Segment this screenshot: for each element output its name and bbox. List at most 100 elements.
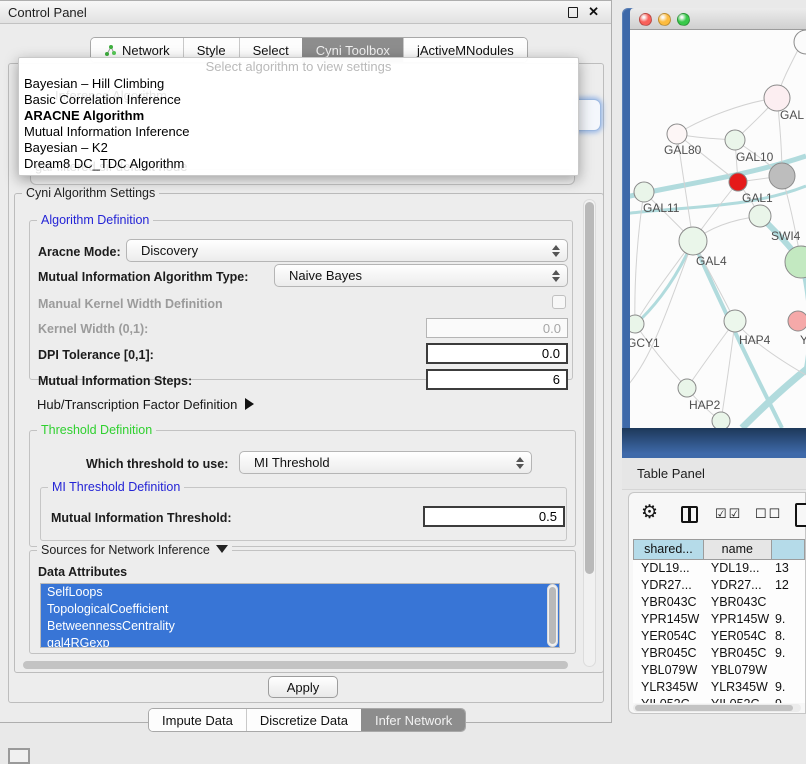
settings-vertical-scrollbar[interactable] — [583, 199, 596, 667]
network-node-gal10[interactable] — [725, 130, 745, 150]
table-row[interactable]: YPR145WYPR145W9. — [633, 611, 805, 628]
control-panel-titlebar[interactable]: Control Panel ✕ — [0, 1, 611, 24]
table-row[interactable]: YER054CYER054C8. — [633, 628, 805, 645]
column-header-shared[interactable]: shared... — [633, 539, 703, 560]
table-cell: YER054C — [633, 628, 703, 645]
kernel-width-input[interactable] — [426, 318, 568, 338]
dpi-tolerance-input[interactable] — [426, 343, 568, 364]
network-node[interactable] — [785, 246, 806, 278]
table-cell — [771, 662, 805, 679]
obscured-combo-fragment — [577, 99, 601, 131]
network-window-titlebar[interactable] — [630, 8, 806, 30]
desktop: { "icons": { "close": "✕", "gear": "⚙", … — [0, 0, 806, 762]
network-node-hap4[interactable] — [724, 310, 746, 332]
scrollbar-thumb[interactable] — [549, 587, 556, 644]
gear-icon[interactable]: ⚙ — [641, 501, 658, 524]
table-cell: YIL052C — [703, 696, 771, 703]
table-row[interactable]: YBL079WYBL079W — [633, 662, 805, 679]
table-horizontal-scrollbar[interactable] — [633, 704, 801, 712]
column-header-name[interactable]: name — [703, 539, 771, 560]
network-graph: GALGAL80GAL10GAL1GAL11SWI4GAL4GCY1HAP4YH… — [630, 30, 806, 428]
zoom-traffic-light-button[interactable] — [677, 13, 690, 26]
dropdown-item-dream8-dc-tdc-algorithm[interactable]: Dream8 DC_TDC Algorithm — [19, 156, 578, 172]
table-row[interactable]: YBR043CYBR043C — [633, 594, 805, 611]
network-window-frame — [622, 428, 806, 458]
table-cell: 12 — [771, 577, 805, 594]
which-threshold-select[interactable]: MI Threshold — [239, 451, 532, 474]
attribute-item-selfloops[interactable]: SelfLoops — [41, 584, 559, 601]
scrollbar-thumb[interactable] — [23, 661, 568, 669]
node-label-gal1: GAL1 — [742, 191, 773, 205]
apply-button[interactable]: Apply — [268, 676, 338, 698]
dropdown-item-mutual-information-inference[interactable]: Mutual Information Inference — [19, 124, 578, 140]
network-node-swi4[interactable] — [749, 205, 771, 227]
mi-steps-label: Mutual Information Steps: — [38, 374, 192, 388]
network-node-hap2[interactable] — [678, 379, 696, 397]
table-row[interactable]: YDL19...YDL19...13 — [633, 560, 805, 577]
dropdown-item-basic-correlation-inference[interactable]: Basic Correlation Inference — [19, 92, 578, 108]
sources-expander[interactable]: Sources for Network Inference — [37, 543, 232, 557]
manual-kernel-width-checkbox[interactable] — [552, 295, 566, 309]
column-header-clipped[interactable] — [771, 539, 805, 560]
data-attributes-list[interactable]: SelfLoopsTopologicalCoefficientBetweenne… — [40, 583, 560, 648]
attribute-item-topologicalcoefficient[interactable]: TopologicalCoefficient — [41, 601, 559, 618]
attributes-list-scrollbar[interactable] — [547, 584, 558, 647]
network-node[interactable] — [769, 163, 795, 189]
threshold-definition-group: Threshold Definition Which threshold to … — [29, 430, 576, 547]
network-node-gal80[interactable] — [667, 124, 687, 144]
attribute-item-gal4rgexp[interactable]: gal4RGexp — [41, 635, 559, 648]
which-threshold-value: MI Threshold — [254, 455, 330, 470]
network-node-gal1[interactable] — [729, 173, 747, 191]
sources-for-network-inference-group: Sources for Network Inference Data Attri… — [29, 550, 576, 654]
table-cell: 9. — [771, 611, 805, 628]
import-table-icon[interactable] — [795, 503, 806, 527]
cyni-algorithm-settings-group: Cyni Algorithm Settings Algorithm Defini… — [14, 193, 604, 673]
network-node[interactable] — [712, 412, 730, 428]
select-all-columns-icon[interactable]: ☑☑ — [715, 506, 742, 522]
mi-threshold-label: Mutual Information Threshold: — [51, 511, 232, 525]
dropdown-item-aracne-algorithm[interactable]: ARACNE Algorithm — [19, 108, 578, 124]
group-title: MI Threshold Definition — [48, 480, 184, 494]
network-node-gal4[interactable] — [679, 227, 707, 255]
hub-transcription-factor-expander[interactable]: Hub/Transcription Factor Definition — [37, 397, 254, 412]
node-label-gal4: GAL4 — [696, 254, 727, 268]
network-node-gal11[interactable] — [634, 182, 654, 202]
scrollbar-thumb[interactable] — [585, 202, 594, 574]
scrollbar-thumb[interactable] — [635, 705, 793, 711]
float-window-button[interactable] — [568, 7, 579, 18]
tab-infer-network[interactable]: Infer Network — [361, 709, 465, 731]
mi-threshold-definition-group: MI Threshold Definition Mutual Informati… — [40, 487, 567, 541]
node-label-gcy1: GCY1 — [630, 336, 660, 350]
deselect-all-columns-icon[interactable]: ☐☐ — [755, 506, 782, 522]
minimize-traffic-light-button[interactable] — [658, 13, 671, 26]
table-row[interactable]: YLR345WYLR345W9. — [633, 679, 805, 696]
network-canvas[interactable]: GALGAL80GAL10GAL1GAL11SWI4GAL4GCY1HAP4YH… — [630, 30, 806, 428]
network-node[interactable] — [794, 30, 806, 54]
close-traffic-light-button[interactable] — [639, 13, 652, 26]
combo-stepper-icon — [552, 244, 560, 258]
attribute-item-betweennesscentrality[interactable]: BetweennessCentrality — [41, 618, 559, 635]
dropdown-item-bayesian-hill-climbing[interactable]: Bayesian – Hill Climbing — [19, 76, 578, 92]
table-cell — [771, 594, 805, 611]
mi-algorithm-type-select[interactable]: Naive Bayes — [274, 264, 568, 287]
table-row[interactable]: YBR045CYBR045C9. — [633, 645, 805, 662]
table-row[interactable]: YIL052CYIL052C9. — [633, 696, 805, 703]
network-node-gcy1[interactable] — [630, 315, 644, 333]
aracne-mode-select[interactable]: Discovery — [126, 239, 568, 262]
table-cell: YBR043C — [633, 594, 703, 611]
table-cell: YDL19... — [703, 560, 771, 577]
table-panel: ⚙ ☑☑ ☐☐ shared...name YDL19...YDL19...13… — [628, 492, 806, 714]
settings-horizontal-scrollbar[interactable] — [21, 660, 576, 670]
columns-icon[interactable] — [681, 506, 698, 523]
close-window-button[interactable]: ✕ — [588, 4, 599, 20]
mi-steps-input[interactable] — [426, 369, 568, 390]
mi-threshold-input[interactable] — [423, 506, 565, 527]
network-node-y[interactable] — [788, 311, 806, 331]
node-label-gal: GAL — [780, 108, 804, 122]
manual-kernel-width-label: Manual Kernel Width Definition — [38, 297, 223, 311]
group-title: Cyni Algorithm Settings — [22, 186, 159, 200]
tab-discretize-data[interactable]: Discretize Data — [246, 709, 361, 731]
table-row[interactable]: YDR27...YDR27...12 — [633, 577, 805, 594]
tab-impute-data[interactable]: Impute Data — [149, 709, 246, 731]
dropdown-item-bayesian-k2[interactable]: Bayesian – K2 — [19, 140, 578, 156]
